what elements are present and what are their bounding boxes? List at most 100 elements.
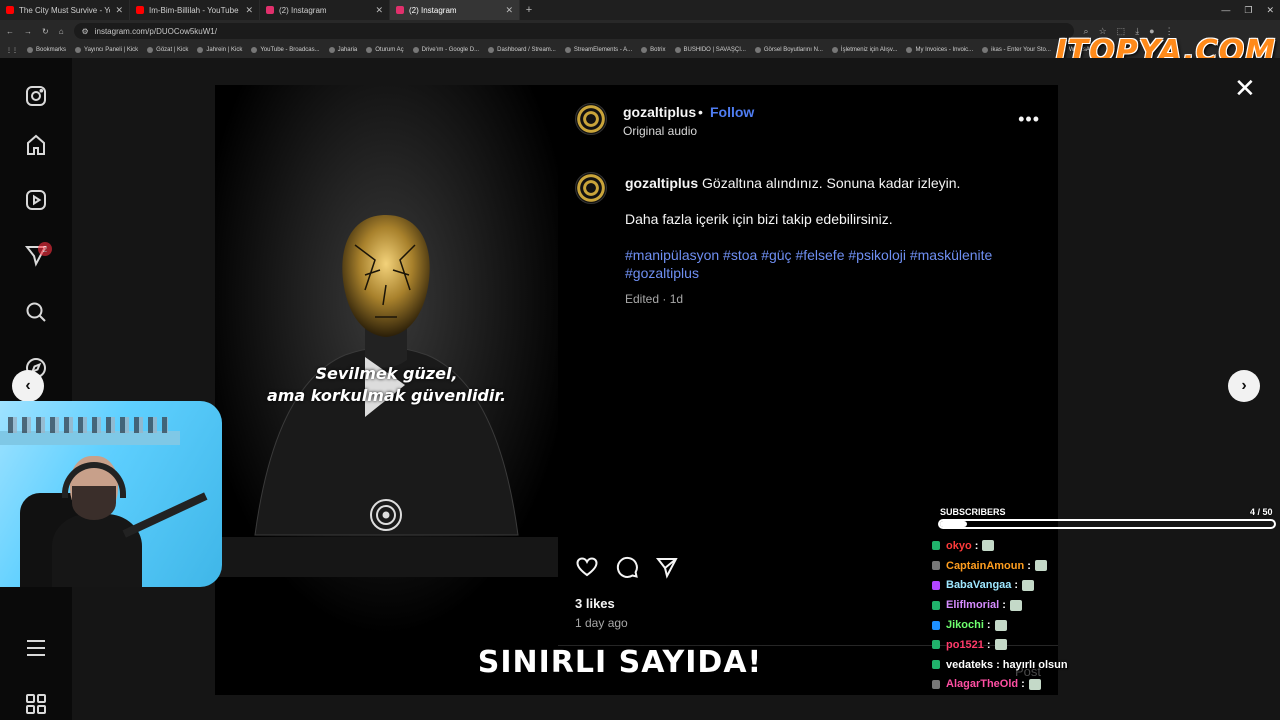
screen: { "browser": { "tabs": [ {"title": "The …: [0, 0, 1280, 720]
bookmark-favicon-icon: [488, 47, 495, 53]
video-overlay-text: Sevilmek güzel, ama korkulmak güvenlidir…: [215, 363, 558, 407]
bookmark-favicon-icon: [328, 47, 335, 53]
chat-colon: :: [1027, 559, 1031, 572]
subscribers-progress-fill: [940, 521, 967, 527]
chat-username[interactable]: Eliflmorial: [946, 599, 999, 611]
chat-username[interactable]: CaptainAmoun: [946, 560, 1024, 572]
follow-button[interactable]: Follow: [710, 104, 754, 120]
chat-colon: :: [974, 539, 979, 552]
bookmark-item[interactable]: YouTube - Broadcas...: [251, 47, 320, 53]
bookmark-item[interactable]: Jaharia: [328, 47, 357, 53]
bookmark-item[interactable]: Oturum Aç: [366, 47, 404, 53]
browser-tab[interactable]: (2) Instagram ✕: [390, 0, 520, 20]
bookmark-item[interactable]: StreamElements - A...: [564, 47, 632, 53]
subscriber-badge-icon: [932, 600, 940, 610]
chat-username[interactable]: AlagarTheOld: [946, 678, 1018, 690]
browser-tab[interactable]: The City Must Survive - YouTube ✕: [0, 0, 130, 20]
emote-icon: [1022, 579, 1035, 591]
bookmark-item[interactable]: Jahrein | Kick: [197, 47, 242, 53]
tab-close-icon[interactable]: ✕: [245, 5, 253, 16]
previous-post-button[interactable]: ‹: [12, 370, 44, 402]
more-apps-icon[interactable]: [24, 692, 48, 716]
chat-username[interactable]: Jikochi: [946, 619, 984, 631]
instagram-logo-icon[interactable]: [24, 84, 48, 108]
site-info-icon[interactable]: ⚙: [82, 27, 89, 36]
forward-icon[interactable]: →: [24, 27, 32, 36]
home-button-icon[interactable]: ⌂: [59, 27, 64, 36]
tab-close-icon[interactable]: ✕: [375, 5, 383, 16]
tab-close-icon[interactable]: ✕: [505, 5, 513, 16]
shelf: [0, 431, 180, 445]
video-text-line2: ama korkulmak güvenlidir.: [266, 386, 507, 405]
tab-close-icon[interactable]: ✕: [115, 5, 123, 16]
post-media[interactable]: Sevilmek güzel, ama korkulmak güvenlidir…: [215, 85, 558, 695]
bookmark-favicon-icon: [906, 47, 913, 53]
bookmark-item[interactable]: ikas - Enter Your Sto...: [982, 47, 1051, 53]
bookmark-item[interactable]: Yayıncı Paneli | Kick: [75, 47, 138, 53]
chat-message: okyo:: [932, 536, 1232, 556]
likes-count[interactable]: 3 likes: [575, 596, 615, 611]
search-icon[interactable]: [24, 300, 48, 324]
subscribers-label: SUBSCRIBERS: [940, 507, 1006, 517]
home-icon[interactable]: [24, 133, 48, 157]
bookmark-item[interactable]: İşletmeniz için Alışv...: [831, 47, 897, 53]
browser-tab[interactable]: Im-Bim-Billilah - YouTube ✕: [130, 0, 260, 20]
chat-message: Jikochi:: [932, 615, 1232, 635]
chat-colon: :: [1021, 678, 1025, 691]
chat-username[interactable]: BabaVangaa: [946, 579, 1011, 591]
bookmark-label: Bookmarks: [36, 47, 67, 53]
close-modal-icon[interactable]: ✕: [1234, 75, 1256, 101]
reload-icon[interactable]: ↻: [42, 27, 49, 36]
author-avatar[interactable]: [575, 103, 607, 135]
hashtags-line-2[interactable]: #gozaltiplus: [625, 264, 1035, 282]
video-text-line1: Sevilmek güzel,: [315, 364, 458, 383]
bookmark-label: Botrix: [650, 47, 666, 53]
chat-username[interactable]: okyo: [946, 540, 972, 552]
author-username[interactable]: gozaltiplus: [623, 104, 696, 120]
bookmark-item[interactable]: Bookmarks: [27, 47, 66, 53]
bookmark-item[interactable]: Drive'ım - Google D...: [412, 47, 479, 53]
apps-grid-icon[interactable]: ⋮⋮: [6, 47, 18, 54]
share-icon[interactable]: [655, 555, 679, 579]
comment-icon[interactable]: [615, 555, 639, 579]
bookmark-item[interactable]: Botrix: [641, 47, 666, 53]
bookmark-favicon-icon: [641, 47, 648, 53]
like-heart-icon[interactable]: [575, 555, 599, 579]
bookmark-label: Oturum Aç: [375, 47, 404, 53]
subscribers-progress: [938, 519, 1276, 529]
emote-icon: [994, 619, 1007, 631]
caption-username[interactable]: gozaltiplus: [625, 175, 698, 191]
back-icon[interactable]: ←: [6, 27, 14, 36]
bookmark-favicon-icon: [982, 47, 989, 53]
maximize-icon[interactable]: ❐: [1244, 5, 1252, 16]
hashtags-line-1[interactable]: #manipülasyon #stoa #güç #felsefe #psiko…: [625, 246, 1035, 264]
tab-favicon-icon: [396, 6, 404, 14]
bookmark-item[interactable]: BUSHIDO | SAVAŞÇI...: [674, 47, 746, 53]
next-post-button[interactable]: ›: [1228, 370, 1260, 402]
tab-title: Im-Bim-Billilah - YouTube: [149, 5, 239, 15]
bookmark-favicon-icon: [366, 47, 373, 53]
bookmark-favicon-icon: [412, 47, 419, 53]
url-field[interactable]: ⚙ instagram.com/p/DUOCow5kuW1/: [73, 23, 1074, 39]
reels-icon[interactable]: [24, 188, 48, 212]
minimize-icon[interactable]: —: [1221, 5, 1230, 15]
bookmark-item[interactable]: Dashboard / Stream...: [488, 47, 556, 53]
streamer-webcam: [0, 401, 222, 587]
caption-avatar[interactable]: [575, 172, 607, 204]
more-options-icon[interactable]: •••: [1018, 109, 1040, 130]
emote-icon: [1028, 678, 1041, 690]
bookmark-item[interactable]: Gözat | Kick: [147, 47, 188, 53]
new-tab-button[interactable]: +: [520, 4, 538, 16]
post-caption: gozaltiplus Gözaltına alındınız. Sonuna …: [625, 174, 1035, 308]
bookmark-item[interactable]: Görsel Boyutlarını N...: [754, 47, 823, 53]
bookmark-item[interactable]: My Invoices - Invoic...: [906, 47, 973, 53]
chat-colon: :: [1002, 599, 1006, 612]
bookmark-favicon-icon: [251, 47, 258, 53]
tab-favicon-icon: [6, 6, 14, 14]
subscriber-badge-icon: [932, 541, 940, 551]
browser-tab[interactable]: (2) Instagram ✕: [260, 0, 390, 20]
chat-message: BabaVangaa:: [932, 576, 1232, 596]
window-close-icon[interactable]: ✕: [1266, 5, 1274, 16]
caption-text: Gözaltına alındınız. Sonuna kadar izleyi…: [702, 175, 961, 191]
audio-label[interactable]: Original audio: [623, 124, 697, 138]
